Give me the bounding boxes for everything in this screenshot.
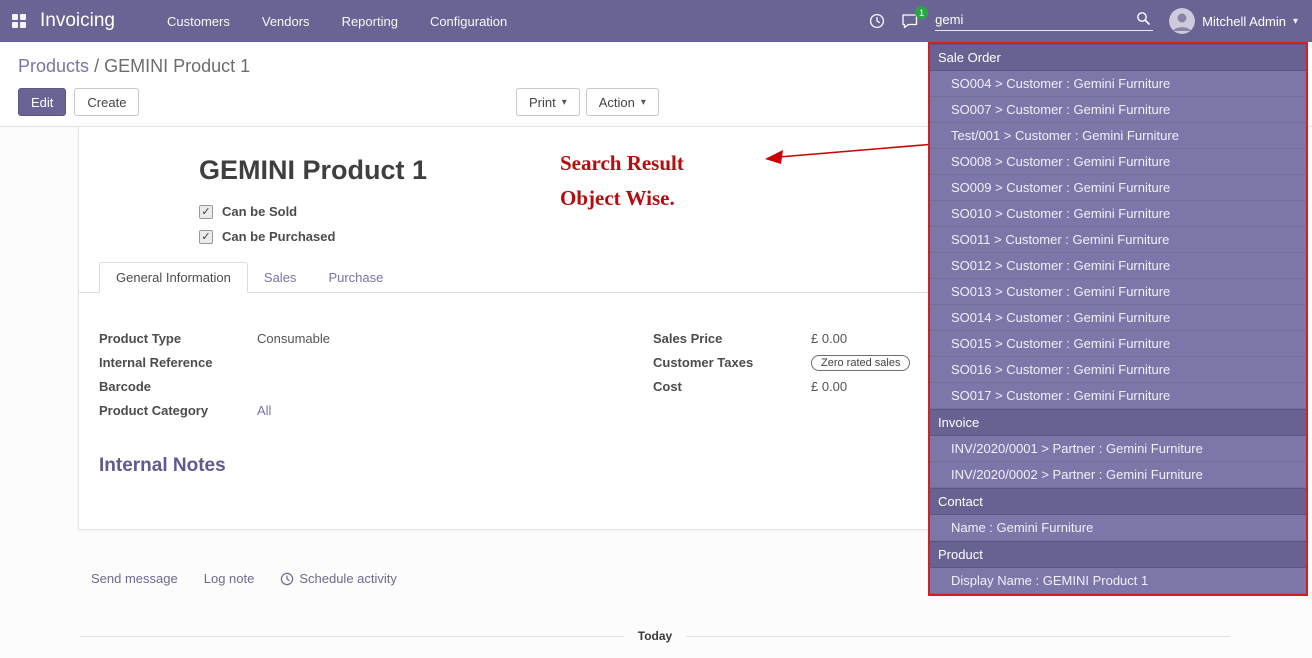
edit-button[interactable]: Edit (18, 88, 66, 116)
breadcrumb-products[interactable]: Products (18, 56, 89, 76)
annotation-arrow (755, 133, 945, 173)
result-group-contact: Contact (930, 488, 1306, 515)
user-name: Mitchell Admin (1202, 14, 1286, 29)
search-result-item[interactable]: INV/2020/0002 > Partner : Gemini Furnitu… (930, 462, 1306, 488)
tab-general-information[interactable]: General Information (99, 262, 248, 293)
field-product-category: Product Category All (99, 403, 629, 422)
search-result-item[interactable]: Test/001 > Customer : Gemini Furniture (930, 123, 1306, 149)
checkbox-can-be-purchased[interactable]: ✓ (199, 230, 213, 244)
menu-configuration[interactable]: Configuration (430, 14, 507, 29)
send-message-button[interactable]: Send message (91, 571, 178, 586)
tab-sales[interactable]: Sales (248, 263, 313, 292)
search-result-item[interactable]: SO013 > Customer : Gemini Furniture (930, 279, 1306, 305)
apps-menu-icon[interactable] (12, 14, 26, 28)
search-result-item[interactable]: SO007 > Customer : Gemini Furniture (930, 97, 1306, 123)
cost-value: £ 0.00 (811, 379, 847, 394)
result-group-product: Product (930, 541, 1306, 568)
field-internal-reference: Internal Reference (99, 355, 629, 374)
menu-reporting[interactable]: Reporting (342, 14, 398, 29)
product-category-value[interactable]: All (257, 403, 271, 418)
search-result-item[interactable]: SO010 > Customer : Gemini Furniture (930, 201, 1306, 227)
search-result-item[interactable]: SO014 > Customer : Gemini Furniture (930, 305, 1306, 331)
search-result-item[interactable]: SO008 > Customer : Gemini Furniture (930, 149, 1306, 175)
search-result-item[interactable]: SO017 > Customer : Gemini Furniture (930, 383, 1306, 409)
search-result-item[interactable]: SO009 > Customer : Gemini Furniture (930, 175, 1306, 201)
field-product-type: Product Type Consumable (99, 331, 629, 350)
menu-customers[interactable]: Customers (167, 14, 230, 29)
product-title: GEMINI Product 1 (199, 153, 427, 187)
can-be-purchased-label: Can be Purchased (222, 229, 335, 244)
field-barcode: Barcode (99, 379, 629, 398)
search-input[interactable] (935, 12, 1125, 27)
search-result-item[interactable]: SO011 > Customer : Gemini Furniture (930, 227, 1306, 253)
app-name[interactable]: Invoicing (40, 10, 115, 32)
activities-clock-icon[interactable] (869, 13, 885, 29)
check-icon: ✓ (201, 205, 210, 218)
customer-taxes-tag[interactable]: Zero rated sales (811, 355, 910, 371)
search-result-item[interactable]: SO016 > Customer : Gemini Furniture (930, 357, 1306, 383)
clock-icon (280, 572, 294, 586)
search-result-item[interactable]: INV/2020/0001 > Partner : Gemini Furnitu… (930, 436, 1306, 462)
schedule-activity-button[interactable]: Schedule activity (280, 571, 397, 586)
avatar (1169, 8, 1195, 34)
result-group-sale-order: Sale Order (930, 44, 1306, 71)
systray: 1 Mitchell Admin ▾ (869, 8, 1298, 34)
search-result-item[interactable]: SO015 > Customer : Gemini Furniture (930, 331, 1306, 357)
search-result-item[interactable]: SO012 > Customer : Gemini Furniture (930, 253, 1306, 279)
breadcrumb-separator: / (94, 56, 99, 76)
chevron-down-icon: ▾ (641, 97, 646, 108)
check-icon: ✓ (201, 230, 210, 243)
user-menu[interactable]: Mitchell Admin ▾ (1169, 8, 1298, 34)
search-results-dropdown: Sale Order SO004 > Customer : Gemini Fur… (928, 42, 1308, 596)
chevron-down-icon: ▾ (562, 97, 567, 108)
log-note-button[interactable]: Log note (204, 571, 255, 586)
create-button[interactable]: Create (74, 88, 139, 116)
messages-icon[interactable]: 1 (901, 13, 919, 29)
checkbox-can-be-sold[interactable]: ✓ (199, 205, 213, 219)
annotation-text: Search Result Object Wise. (560, 146, 684, 216)
tab-purchase[interactable]: Purchase (312, 263, 399, 292)
top-navbar: Invoicing Customers Vendors Reporting Co… (0, 0, 1312, 42)
messages-badge: 1 (915, 6, 928, 19)
result-group-invoice: Invoice (930, 409, 1306, 436)
menu-vendors[interactable]: Vendors (262, 14, 310, 29)
print-dropdown-button[interactable]: Print▾ (516, 88, 580, 116)
internal-notes-heading: Internal Notes (99, 455, 226, 477)
search-result-item[interactable]: Name : Gemini Furniture (930, 515, 1306, 541)
search-result-item[interactable]: SO004 > Customer : Gemini Furniture (930, 71, 1306, 97)
page: Invoicing Customers Vendors Reporting Co… (0, 0, 1312, 658)
can-be-sold-label: Can be Sold (222, 204, 297, 219)
search-result-item[interactable]: Display Name : GEMINI Product 1 (930, 568, 1306, 594)
global-search (935, 12, 1153, 31)
search-icon[interactable] (1136, 11, 1151, 26)
sales-price-value: £ 0.00 (811, 331, 847, 346)
today-label: Today (638, 629, 672, 643)
chevron-down-icon: ▾ (1293, 16, 1298, 27)
action-dropdown-button[interactable]: Action▾ (586, 88, 659, 116)
product-type-value: Consumable (257, 331, 330, 346)
fields-left-column: Product Type Consumable Internal Referen… (99, 331, 629, 427)
breadcrumb: Products / GEMINI Product 1 (18, 56, 250, 77)
main-menu: Customers Vendors Reporting Configuratio… (167, 14, 507, 29)
date-divider: Today (80, 629, 1230, 643)
breadcrumb-current: GEMINI Product 1 (104, 56, 250, 76)
